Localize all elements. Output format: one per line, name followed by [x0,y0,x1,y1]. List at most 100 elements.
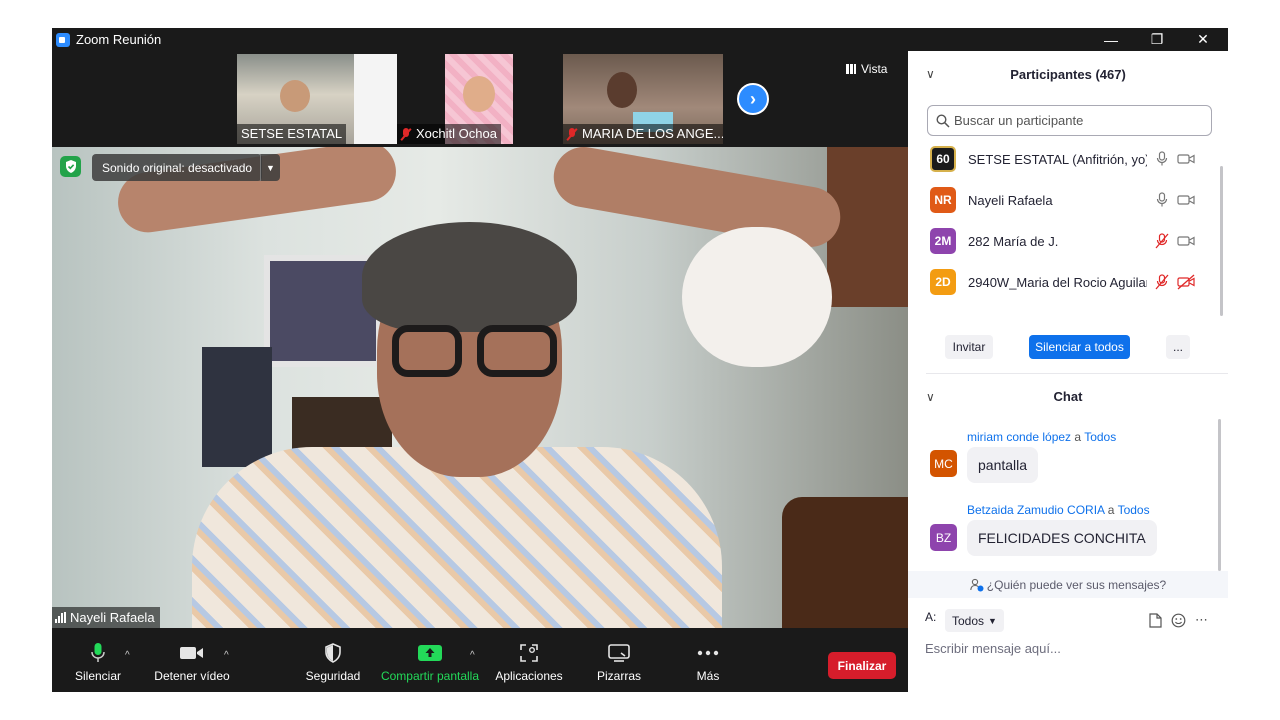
participant-avatar: 2M [930,228,956,254]
participant-avatar: 60 [930,146,956,172]
chat-message-input[interactable]: Escribir mensaje aquí... [925,641,1210,663]
main-speaker-video[interactable]: Sonido original: desactivado ▼ Nayeli Ra… [52,147,908,628]
who-can-see-messages[interactable]: ¿Quién puede ver sus mensajes? [908,571,1228,598]
section-divider [926,373,1228,374]
thumbnail-label: SETSE ESTATAL [237,124,347,144]
stop-video-label: Detener vídeo [154,669,230,683]
chat-message[interactable]: FELICIDADES CONCHITA [967,520,1157,556]
video-area: SETSE ESTATAL Xochitl Ochoa MARIA DE LOS… [52,51,908,628]
close-button[interactable]: ✕ [1180,28,1226,51]
emoji-icon[interactable] [1171,613,1186,633]
participant-name: 282 María de J. [968,233,1059,249]
muted-mic-icon[interactable] [1153,274,1171,290]
chat-recipient[interactable]: Todos [1118,503,1150,517]
person-glasses [477,325,557,377]
speaker-device [202,347,272,467]
mute-all-button[interactable]: Silenciar a todos [1029,335,1130,359]
chat-message-text: FELICIDADES CONCHITA [978,530,1146,546]
meeting-toolbar: Silenciar ^ Detener vídeo ^ Seguridad Co… [52,628,908,692]
view-button[interactable]: Vista [846,59,887,79]
share-screen-label: Compartir pantalla [380,669,480,683]
thumbnail-label: MARIA DE LOS ANGE... [563,124,723,144]
thumbnail-video[interactable]: SETSE ESTATAL [237,54,397,144]
mute-button[interactable]: Silenciar [73,642,123,683]
zoom-window: Zoom Reunión — ❐ ✕ SETSE ESTATAL Xochitl… [52,28,1228,692]
wall-picture [827,147,908,307]
share-screen-button[interactable]: Compartir pantalla [379,642,481,683]
video-camera-icon[interactable] [1177,151,1195,167]
chat-message[interactable]: pantalla [967,447,1039,483]
chevron-down-icon: ▼ [988,615,997,626]
sound-dropdown-chevron-icon[interactable]: ▼ [260,154,280,181]
participant-row[interactable]: 2D 2940W_Maria del Rocio Aguilar [930,267,1195,297]
participant-name: Nayeli Rafaela [968,192,1053,208]
more-button[interactable]: Más [684,642,732,683]
participant-search-input[interactable]: Buscar un participante [927,105,1212,136]
share-screen-icon [417,642,443,664]
chat-recipient[interactable]: Todos [1084,430,1116,444]
chat-sender[interactable]: miriam conde lópez [967,430,1071,444]
encryption-shield-icon[interactable] [60,156,81,177]
chat-sender-line: Betzaida Zamudio CORIA a Todos [967,503,1150,517]
next-page-arrow-icon[interactable]: › [737,83,769,115]
chat-sender[interactable]: Betzaida Zamudio CORIA [967,503,1104,517]
whiteboard-icon [608,642,630,664]
chat-scrollbar[interactable] [1218,419,1221,571]
participants-more-label: ... [1172,340,1183,354]
apps-button[interactable]: Aplicaciones [492,642,566,683]
security-label: Seguridad [305,669,361,683]
video-camera-icon[interactable] [1177,192,1195,208]
mic-icon[interactable] [1153,192,1171,208]
chat-to-word: a [1074,430,1082,444]
view-label: Vista [861,62,888,76]
search-placeholder: Buscar un participante [954,113,1084,128]
thumbnail-label: Xochitl Ochoa [397,124,501,144]
video-camera-icon [179,642,205,664]
mute-all-label: Silenciar a todos [1035,340,1124,354]
participant-row[interactable]: 2M 282 María de J. [930,226,1195,256]
chat-recipient-value: Todos [952,613,985,628]
video-options-caret-icon[interactable]: ^ [224,650,229,661]
security-button[interactable]: Seguridad [304,642,362,683]
mute-label: Silenciar [74,669,122,683]
original-sound-toggle[interactable]: Sonido original: desactivado [92,154,263,181]
muted-mic-icon[interactable] [1153,233,1171,249]
share-options-caret-icon[interactable]: ^ [470,650,475,661]
participants-scrollbar[interactable] [1220,166,1223,316]
chat-to-label: A: [925,610,937,624]
minimize-button[interactable]: — [1088,28,1134,51]
thumbnail-video[interactable]: MARIA DE LOS ANGE... [563,54,723,144]
whiteboards-button[interactable]: Pizarras [593,642,645,683]
thumbnail-shared-screen [354,54,397,144]
apps-label: Aplicaciones [495,669,563,683]
person-sleeve [682,227,832,367]
speaker-name-label: Nayeli Rafaela [52,607,160,628]
end-meeting-button[interactable]: Finalizar [828,652,896,679]
thumbnail-strip: SETSE ESTATAL Xochitl Ochoa MARIA DE LOS… [52,51,908,147]
video-camera-icon[interactable] [1177,233,1195,249]
participant-row[interactable]: 60 SETSE ESTATAL (Anfitrión, yo) [930,144,1195,174]
chat-sender-line: miriam conde lópez a Todos [967,430,1116,444]
participant-avatar: 2D [930,269,956,295]
chat-more-icon[interactable]: ⋯ [1195,612,1208,628]
invite-button[interactable]: Invitar [945,335,993,359]
chat-title: Chat [1053,389,1083,404]
mic-icon[interactable] [1153,151,1171,167]
file-icon[interactable] [1149,613,1162,633]
chat-message-text: pantalla [978,457,1028,473]
video-off-icon[interactable] [1177,274,1195,290]
participants-title: Participantes (467) [1010,67,1126,82]
title-bar: Zoom Reunión — ❐ ✕ [52,28,1228,51]
chat-avatar: MC [930,450,957,477]
chat-recipient-dropdown[interactable]: Todos ▼ [945,609,1004,632]
audio-options-caret-icon[interactable]: ^ [125,650,130,661]
stop-video-button[interactable]: Detener vídeo [152,642,232,683]
participant-row[interactable]: NR Nayeli Rafaela [930,185,1195,215]
person-hair [362,222,577,332]
thumbnail-face [280,80,310,112]
participants-more-button[interactable]: ... [1166,335,1190,359]
more-dots-icon [697,642,719,664]
restore-button[interactable]: ❐ [1134,28,1180,51]
signal-strength-icon [55,612,66,623]
chair [782,497,908,628]
